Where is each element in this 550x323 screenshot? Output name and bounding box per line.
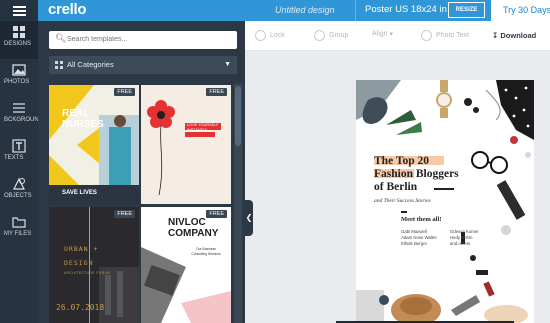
download-label: Download — [500, 31, 537, 40]
template-tagline: LOVE YOURSELF INSTANTLY — [187, 123, 219, 132]
category-label: All Categories — [67, 60, 114, 69]
photo-text-icon — [421, 30, 432, 41]
nav-label: OBJECTS — [4, 193, 32, 199]
top-bar: crello Untitled design Poster US 18x24 i… — [0, 0, 550, 21]
canvas-size-label: Poster US 18x24 in — [365, 4, 447, 15]
background-icon — [0, 97, 38, 117]
document-title[interactable]: Untitled design — [275, 5, 335, 15]
free-badge: FREE — [114, 88, 135, 96]
templates-panel: 🔍︎ All Categories ▼ FREE REAL NURSES SAV… — [38, 21, 245, 323]
flower-artwork — [141, 85, 231, 204]
template-card-flower[interactable]: FREE LOVE YOURSELF INSTANTLY — [141, 85, 231, 204]
divider — [355, 0, 356, 21]
lock-label: Lock — [270, 32, 285, 39]
photos-icon — [0, 59, 38, 79]
panel-scrollbar[interactable] — [234, 84, 242, 323]
align-label: Align — [372, 30, 388, 38]
free-badge: FREE — [114, 210, 135, 218]
nav-label: PHOTOS — [4, 79, 30, 85]
nav-label: MY FILES — [4, 231, 32, 237]
chevron-down-icon: ▼ — [224, 61, 231, 68]
chevron-left-icon[interactable]: ❮ — [245, 200, 253, 236]
search-icon: 🔍︎ — [55, 33, 67, 43]
nav-label: BCKGROUND — [4, 117, 44, 123]
title-line: Fashion Bloggers — [374, 168, 459, 180]
nav-objects[interactable]: OBJECTS — [0, 173, 38, 211]
template-subtitle: ARCHITECTURE FORUM — [64, 271, 111, 275]
design-canvas[interactable]: The Top 20 Fashion Bloggers of Berlin an… — [356, 80, 534, 323]
poster-title[interactable]: The Top 20 Fashion Bloggers of Berlin — [374, 155, 484, 194]
poster-meet-heading[interactable]: Meet them all! — [401, 216, 441, 223]
try-30-days-button[interactable]: Try 30 Days Pr — [491, 0, 550, 21]
free-badge: FREE — [206, 88, 227, 96]
template-card-nivloc-company[interactable]: FREE NIVLOC COMPANY Our Business Consult… — [141, 207, 231, 323]
template-heading-line: NURSES — [62, 119, 104, 130]
template-heading-line: NIVLOC — [168, 217, 206, 228]
group-icon — [314, 30, 325, 41]
template-heading-line: REAL — [62, 108, 90, 119]
title-line: of Berlin — [374, 181, 418, 193]
lock-icon — [255, 30, 266, 41]
my-files-icon — [0, 211, 38, 231]
template-card-urban-design[interactable]: FREE URBAN + DESIGN ARCHITECTURE FORUM 2… — [49, 207, 139, 323]
download-button[interactable]: ↧ Download — [492, 31, 536, 40]
align-button[interactable]: Align ▾ — [372, 30, 394, 39]
nav-texts[interactable]: TEXTS — [0, 135, 38, 173]
title-underline — [434, 188, 454, 190]
nav-my-files[interactable]: MY FILES — [0, 211, 38, 249]
template-heading-line: DESIGN — [64, 259, 94, 267]
designs-icon — [0, 21, 38, 41]
grid-icon — [55, 61, 63, 69]
nav-label: DESIGNS — [4, 41, 32, 47]
names-right-column[interactable]: Odessa Komer Hedy Bohm and others — [450, 229, 479, 247]
hamburger-menu-icon[interactable] — [0, 0, 38, 21]
template-heading-line: COMPANY — [168, 228, 219, 239]
template-heading-line: URBAN + — [64, 245, 99, 253]
template-date: 26.07.2018 — [56, 303, 105, 312]
nav-photos[interactable]: PHOTOS — [0, 59, 38, 97]
resize-button[interactable]: RESIZE — [448, 2, 485, 18]
category-dropdown[interactable]: All Categories ▼ — [49, 56, 237, 74]
template-search[interactable]: 🔍︎ — [49, 31, 237, 49]
name-item: and others — [450, 241, 471, 246]
search-input[interactable] — [67, 33, 227, 46]
title-line: The Top 20 — [374, 155, 429, 167]
nav-label: TEXTS — [4, 155, 24, 161]
group-label: Group — [329, 32, 349, 39]
name-item: Elhide Berger — [401, 241, 428, 246]
chevron-down-icon: ▾ — [387, 31, 394, 38]
left-navigation: DESIGNS PHOTOS BCKGROUND TEXTS OBJECTS M… — [0, 21, 44, 323]
texts-icon — [0, 135, 38, 155]
nav-designs[interactable]: DESIGNS — [0, 21, 38, 59]
meet-divider — [401, 211, 407, 213]
poster-subtitle[interactable]: and Their Success Stories — [374, 198, 431, 204]
names-left-column[interactable]: Gabi Maxwell Adam Nose Walter Elhide Ber… — [401, 229, 437, 247]
template-footer: SAVE LIVES — [62, 190, 97, 196]
template-artwork — [49, 85, 139, 204]
objects-icon — [0, 173, 38, 193]
template-description: Our Business Consulting Services — [191, 247, 221, 256]
photo-text-label: Photo Text — [436, 32, 469, 39]
group-button[interactable]: Group — [314, 30, 348, 41]
photo-text-button[interactable]: Photo Text — [421, 30, 469, 41]
scroll-thumb[interactable] — [235, 86, 241, 146]
template-card-nurses[interactable]: FREE REAL NURSES SAVE LIVES — [49, 85, 139, 204]
lock-button[interactable]: Lock — [255, 30, 285, 41]
crello-logo[interactable]: crello — [48, 1, 87, 18]
nav-background[interactable]: BCKGROUND — [0, 97, 44, 135]
